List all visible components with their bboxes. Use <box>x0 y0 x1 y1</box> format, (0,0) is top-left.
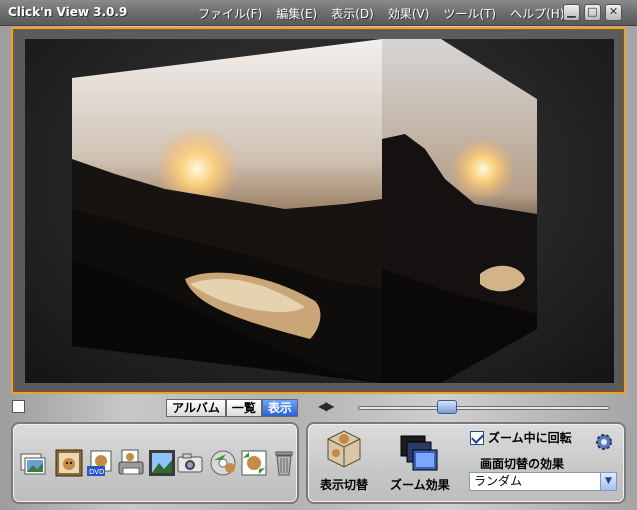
display-switch-label: 表示切替 <box>320 478 369 492</box>
camera-icon[interactable] <box>175 448 205 478</box>
prev-next-arrows[interactable]: ◀▶ <box>318 399 335 413</box>
zoom-effect-label: ズーム効果 <box>390 478 450 492</box>
dog-dvd-icon[interactable]: DVD <box>85 448 115 478</box>
image-viewer[interactable] <box>25 39 614 383</box>
menu-bar: ファイル(F) 編集(E) 表示(D) 効果(V) ツール(T) ヘルプ(H) <box>198 5 579 22</box>
transition-effect-label: 画面切替の効果 <box>480 457 565 471</box>
rotate-while-zoom-label: ズーム中に回転 <box>488 431 572 445</box>
cd-disc-icon[interactable] <box>208 448 238 478</box>
viewer-frame <box>11 27 626 394</box>
menu-view[interactable]: 表示(D) <box>331 5 374 22</box>
fullscreen-checkbox[interactable] <box>12 400 25 413</box>
rotate-while-zoom-checkbox[interactable] <box>470 430 484 445</box>
photos-icon[interactable] <box>19 448 49 478</box>
view-tabs: アルバム 一覧 表示 <box>166 399 298 417</box>
transition-effect-value: ランダム <box>474 474 523 488</box>
title-bar: Click'n View 3.0.9 ファイル(F) 編集(E) 表示(D) 効… <box>0 0 637 26</box>
svg-text:DVD: DVD <box>89 468 104 476</box>
tools-panel: DVD <box>11 422 299 504</box>
close-button[interactable]: ✕ <box>605 4 622 21</box>
menu-tools[interactable]: ツール(T) <box>443 5 496 22</box>
tab-display[interactable]: 表示 <box>261 399 298 417</box>
app-title: Click'n View 3.0.9 <box>8 5 128 19</box>
menu-effect[interactable]: 効果(V) <box>388 5 430 22</box>
zoom-effect-icon[interactable] <box>397 432 441 476</box>
app-window: Click'n View 3.0.9 ファイル(F) 編集(E) 表示(D) 効… <box>0 0 637 510</box>
position-slider[interactable] <box>358 406 610 410</box>
landscape-frame-icon[interactable] <box>147 448 177 478</box>
tab-list[interactable]: 一覧 <box>225 399 262 417</box>
rotating-cube-photo <box>72 39 537 383</box>
slider-thumb[interactable] <box>436 400 457 414</box>
minimize-button[interactable]: ▁ <box>563 4 580 21</box>
control-strip: アルバム 一覧 表示 ◀▶ <box>0 396 637 418</box>
chevron-down-icon[interactable]: ▼ <box>600 473 616 490</box>
tab-album[interactable]: アルバム <box>166 399 226 417</box>
transition-effect-select[interactable]: ランダム ▼ <box>469 472 617 491</box>
dog-print-icon[interactable] <box>116 448 146 478</box>
menu-file[interactable]: ファイル(F) <box>198 5 262 22</box>
dog-refresh-icon[interactable] <box>239 448 269 478</box>
display-switch-icon[interactable] <box>322 427 366 471</box>
rotate-while-zoom-option[interactable]: ズーム中に回転 <box>470 429 572 446</box>
dog-portrait-icon[interactable] <box>54 448 84 478</box>
menu-help[interactable]: ヘルプ(H) <box>510 5 564 22</box>
trash-icon[interactable] <box>269 448 299 478</box>
maximize-button[interactable]: □ <box>584 4 601 21</box>
menu-edit[interactable]: 編集(E) <box>276 5 317 22</box>
gear-icon[interactable] <box>594 432 614 452</box>
